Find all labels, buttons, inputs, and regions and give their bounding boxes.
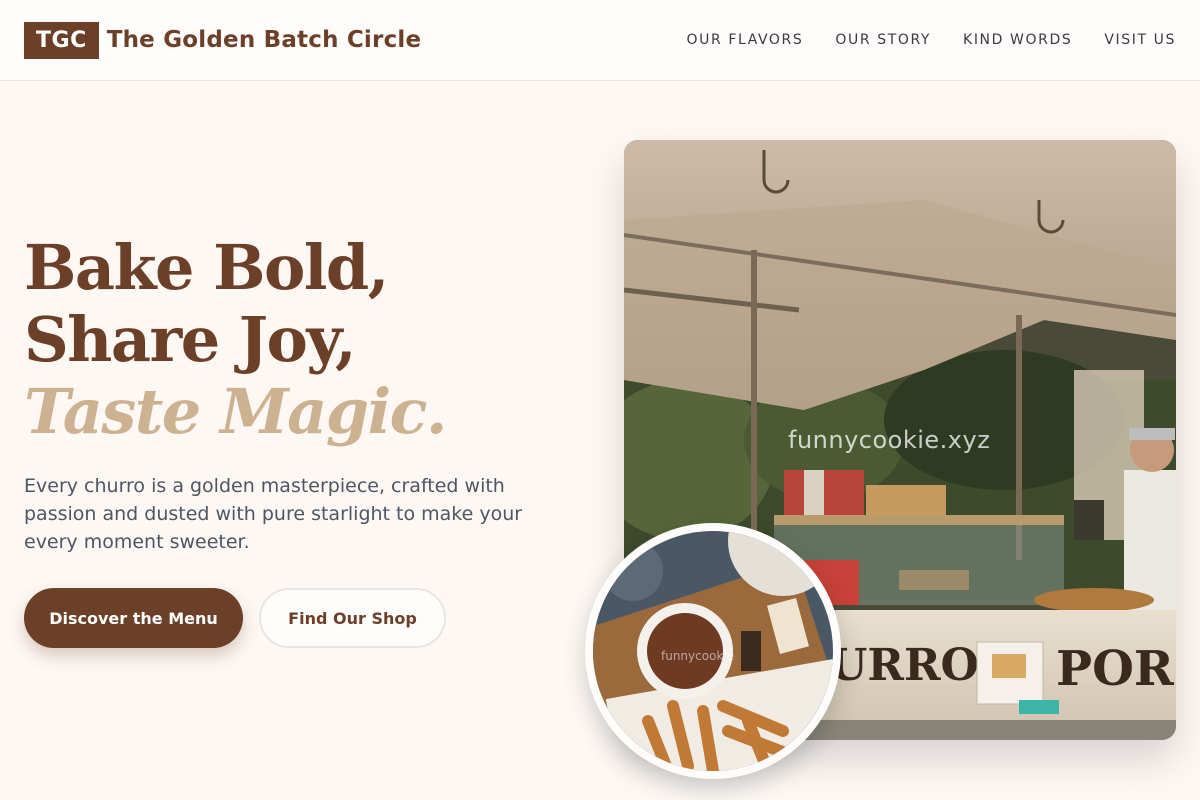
hero-subtitle: Every churro is a golden masterpiece, cr… <box>24 475 523 553</box>
brand[interactable]: TGC The Golden Batch Circle <box>24 21 422 59</box>
plate-watermark: funnycookie <box>661 649 735 663</box>
brand-name[interactable]: The Golden Batch Circle <box>107 27 422 53</box>
churro-plate-image: funnycookie <box>585 523 841 779</box>
stall-watermark: funnycookie.xyz <box>788 426 991 454</box>
headline-line-2: Share Joy, <box>24 303 357 376</box>
nav-our-story[interactable]: OUR STORY <box>835 32 931 48</box>
hero-headline: Bake Bold, Share Joy, Taste Magic. <box>24 231 448 448</box>
main-nav: OUR FLAVORS OUR STORY KIND WORDS VISIT U… <box>654 32 1176 48</box>
nav-our-flavors[interactable]: OUR FLAVORS <box>686 32 803 48</box>
nav-visit-us[interactable]: VISIT US <box>1104 32 1176 48</box>
nav-kind-words[interactable]: KIND WORDS <box>963 32 1072 48</box>
headline-line-1: Bake Bold, <box>24 231 389 304</box>
logo-badge[interactable]: TGC <box>24 21 99 59</box>
site-header: TGC The Golden Batch Circle OUR FLAVORS … <box>0 0 1200 81</box>
find-shop-button[interactable]: Find Our Shop <box>259 588 446 648</box>
headline-line-3: Taste Magic. <box>24 375 448 448</box>
stall-sign-por: POR <box>1056 641 1175 697</box>
plate-photo: funnycookie <box>593 531 833 771</box>
discover-menu-button[interactable]: Discover the Menu <box>24 588 243 648</box>
